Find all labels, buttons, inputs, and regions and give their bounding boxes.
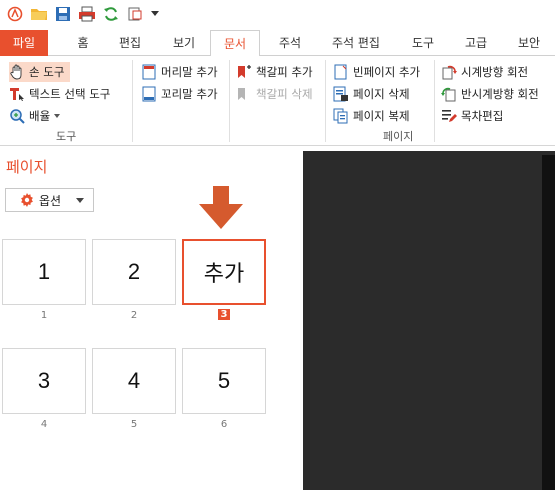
text-select-tool-button[interactable]: 텍스트 선택 도구 — [9, 84, 110, 104]
chevron-down-icon — [76, 198, 84, 203]
rotate-clockwise-button[interactable]: 시계방향 회전 — [441, 62, 528, 82]
add-bookmark-label: 책갈피 추가 — [256, 65, 313, 79]
page-number: 5 — [130, 419, 138, 430]
page-number-selected: 3 — [182, 309, 266, 320]
pages-panel-title: 페이지 — [6, 158, 48, 176]
chevron-down-icon — [54, 114, 61, 118]
add-header-label: 머리말 추가 — [161, 65, 218, 79]
tab-document[interactable]: 문서 — [210, 30, 260, 57]
app-logo-icon[interactable] — [6, 5, 24, 23]
tab-view[interactable]: 보기 — [164, 30, 204, 56]
ribbon-divider — [325, 60, 326, 142]
menu-tab-bar: 파일 홈 편집 보기 문서 주석 주석 편집 도구 고급 보안 — [0, 30, 555, 57]
text-select-tool-label: 텍스트 선택 도구 — [29, 87, 111, 101]
page-number: 4 — [40, 419, 48, 430]
ribbon-divider — [434, 60, 435, 142]
save-icon[interactable] — [54, 5, 72, 23]
blank-page-icon — [333, 64, 349, 80]
gear-icon — [20, 193, 34, 207]
pages-group-label: 페이지 — [383, 130, 414, 143]
ribbon: 손 도구 텍스트 선택 도구 배율 도구 머리말 추가 꼬리말 추가 책갈피 추… — [0, 56, 555, 146]
footer-page-icon — [141, 86, 157, 102]
edit-toc-button[interactable]: 목차편집 — [441, 106, 503, 126]
tab-annotation-edit[interactable]: 주석 편집 — [322, 30, 390, 56]
rotate-counterclockwise-label: 반시계방향 회전 — [461, 87, 539, 101]
rotate-counterclockwise-icon — [441, 86, 457, 102]
hand-tool-button[interactable]: 손 도구 — [9, 62, 71, 82]
rotate-clockwise-icon — [441, 64, 457, 80]
tab-annotation[interactable]: 주석 — [270, 30, 310, 56]
page-thumbnail[interactable]: 3 — [2, 348, 86, 414]
thumbnail-content: 4 — [127, 368, 141, 393]
tab-edit[interactable]: 편집 — [113, 30, 147, 56]
page-number: 6 — [220, 419, 228, 430]
delete-bookmark-label: 책갈피 삭제 — [256, 87, 313, 101]
add-blank-page-button[interactable]: 빈페이지 추가 — [333, 62, 420, 82]
hand-icon — [9, 64, 25, 80]
add-header-button[interactable]: 머리말 추가 — [141, 62, 218, 82]
zoom-label: 배율 — [29, 109, 51, 123]
options-dropdown-button[interactable]: 옵션 — [5, 188, 94, 212]
hand-tool-label: 손 도구 — [29, 65, 65, 79]
delete-bookmark-button[interactable]: 책갈피 삭제 — [236, 84, 313, 104]
page-number: 1 — [40, 310, 48, 321]
thumbnail-content: 2 — [127, 259, 141, 284]
text-cursor-icon — [9, 86, 25, 102]
toc-edit-icon — [441, 108, 457, 124]
print-icon[interactable] — [78, 5, 96, 23]
page-thumbnail[interactable]: 4 — [92, 348, 176, 414]
ribbon-divider — [132, 60, 133, 142]
page-thumbnail[interactable]: 1 — [2, 239, 86, 305]
tab-security[interactable]: 보안 — [506, 30, 552, 56]
page-thumbnail[interactable]: 5 — [182, 348, 266, 414]
add-footer-label: 꼬리말 추가 — [161, 87, 218, 101]
zoom-button[interactable]: 배율 — [9, 106, 61, 126]
duplicate-page-icon — [333, 108, 349, 124]
bookmark-delete-icon — [236, 86, 252, 102]
options-label: 옵션 — [39, 193, 62, 208]
add-blank-page-label: 빈페이지 추가 — [353, 65, 421, 79]
bookmark-add-icon — [236, 64, 252, 80]
thumbnail-content: 3 — [37, 368, 51, 393]
rotate-counterclockwise-button[interactable]: 반시계방향 회전 — [441, 84, 539, 104]
header-page-icon — [141, 64, 157, 80]
duplicate-page-label: 페이지 복제 — [353, 109, 410, 123]
quick-access-toolbar — [0, 0, 555, 28]
duplicate-page-button[interactable]: 페이지 복제 — [333, 106, 410, 126]
tab-file[interactable]: 파일 — [0, 30, 48, 56]
delete-page-button[interactable]: 페이지 삭제 — [333, 84, 410, 104]
tools-group-label: 도구 — [56, 130, 77, 143]
delete-page-icon — [333, 86, 349, 102]
rotate-clockwise-label: 시계방향 회전 — [461, 65, 529, 79]
page-icon[interactable] — [126, 5, 144, 23]
tab-tools[interactable]: 도구 — [400, 30, 446, 56]
add-footer-button[interactable]: 꼬리말 추가 — [141, 84, 218, 104]
add-bookmark-button[interactable]: 책갈피 추가 — [236, 62, 313, 82]
document-view[interactable] — [303, 151, 555, 490]
thumbnail-content: 1 — [37, 259, 51, 284]
page-thumbnail[interactable]: 2 — [92, 239, 176, 305]
refresh-icon[interactable] — [102, 5, 120, 23]
thumbnail-content: 추가 — [203, 261, 245, 286]
dropdown-icon[interactable] — [150, 5, 160, 23]
tab-home[interactable]: 홈 — [68, 30, 98, 56]
thumbnail-content: 5 — [217, 368, 231, 393]
page-edge — [542, 155, 555, 490]
ribbon-divider — [229, 60, 230, 142]
down-arrow-icon — [198, 186, 244, 233]
open-folder-icon[interactable] — [30, 5, 48, 23]
edit-toc-label: 목차편집 — [461, 109, 504, 123]
zoom-icon — [9, 108, 25, 124]
tab-advanced[interactable]: 고급 — [452, 30, 500, 56]
page-number: 2 — [130, 310, 138, 321]
page-thumbnail-selected[interactable]: 추가 — [182, 239, 266, 305]
delete-page-label: 페이지 삭제 — [353, 87, 410, 101]
